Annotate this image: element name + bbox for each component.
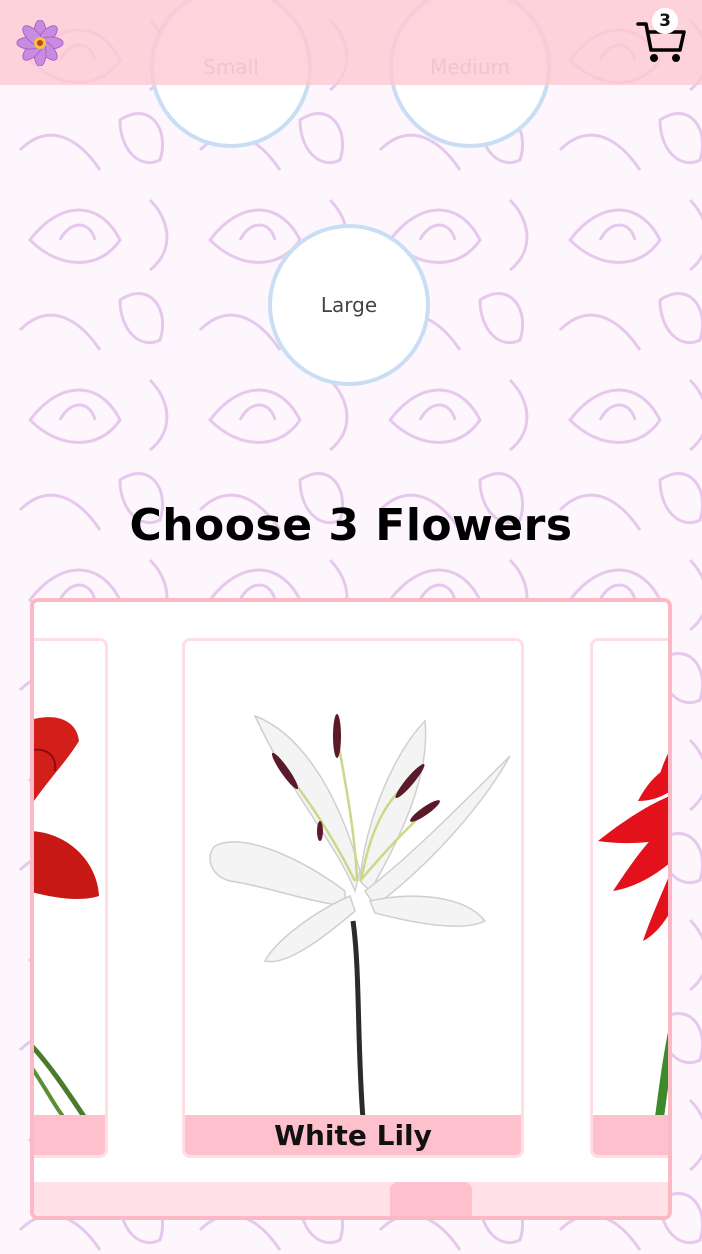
flower-card-label: White Lily xyxy=(185,1115,521,1155)
red-gerbera-photo xyxy=(598,753,668,1121)
flower-card[interactable] xyxy=(590,638,668,1158)
white-lily-photo xyxy=(209,714,511,1120)
carousel-scrollbar-track[interactable] xyxy=(34,1182,668,1216)
flower-card-label xyxy=(593,1115,668,1155)
flower-card[interactable] xyxy=(34,638,108,1158)
carousel-scrollbar-thumb[interactable] xyxy=(390,1182,472,1216)
page-title: Choose 3 Flowers xyxy=(129,500,573,551)
size-option-large[interactable]: Large xyxy=(268,224,430,386)
size-option-label: Small xyxy=(203,55,259,79)
size-option-label: Medium xyxy=(430,55,510,79)
red-lily-photo xyxy=(34,717,99,1121)
flower-carousel[interactable]: White Lily xyxy=(30,598,672,1220)
flower-card-selected[interactable]: White Lily xyxy=(182,638,524,1158)
cart-count-badge: 3 xyxy=(652,8,678,34)
flower-card-label xyxy=(34,1115,105,1155)
size-option-label: Large xyxy=(320,293,378,317)
flower-logo-icon[interactable] xyxy=(16,20,64,66)
